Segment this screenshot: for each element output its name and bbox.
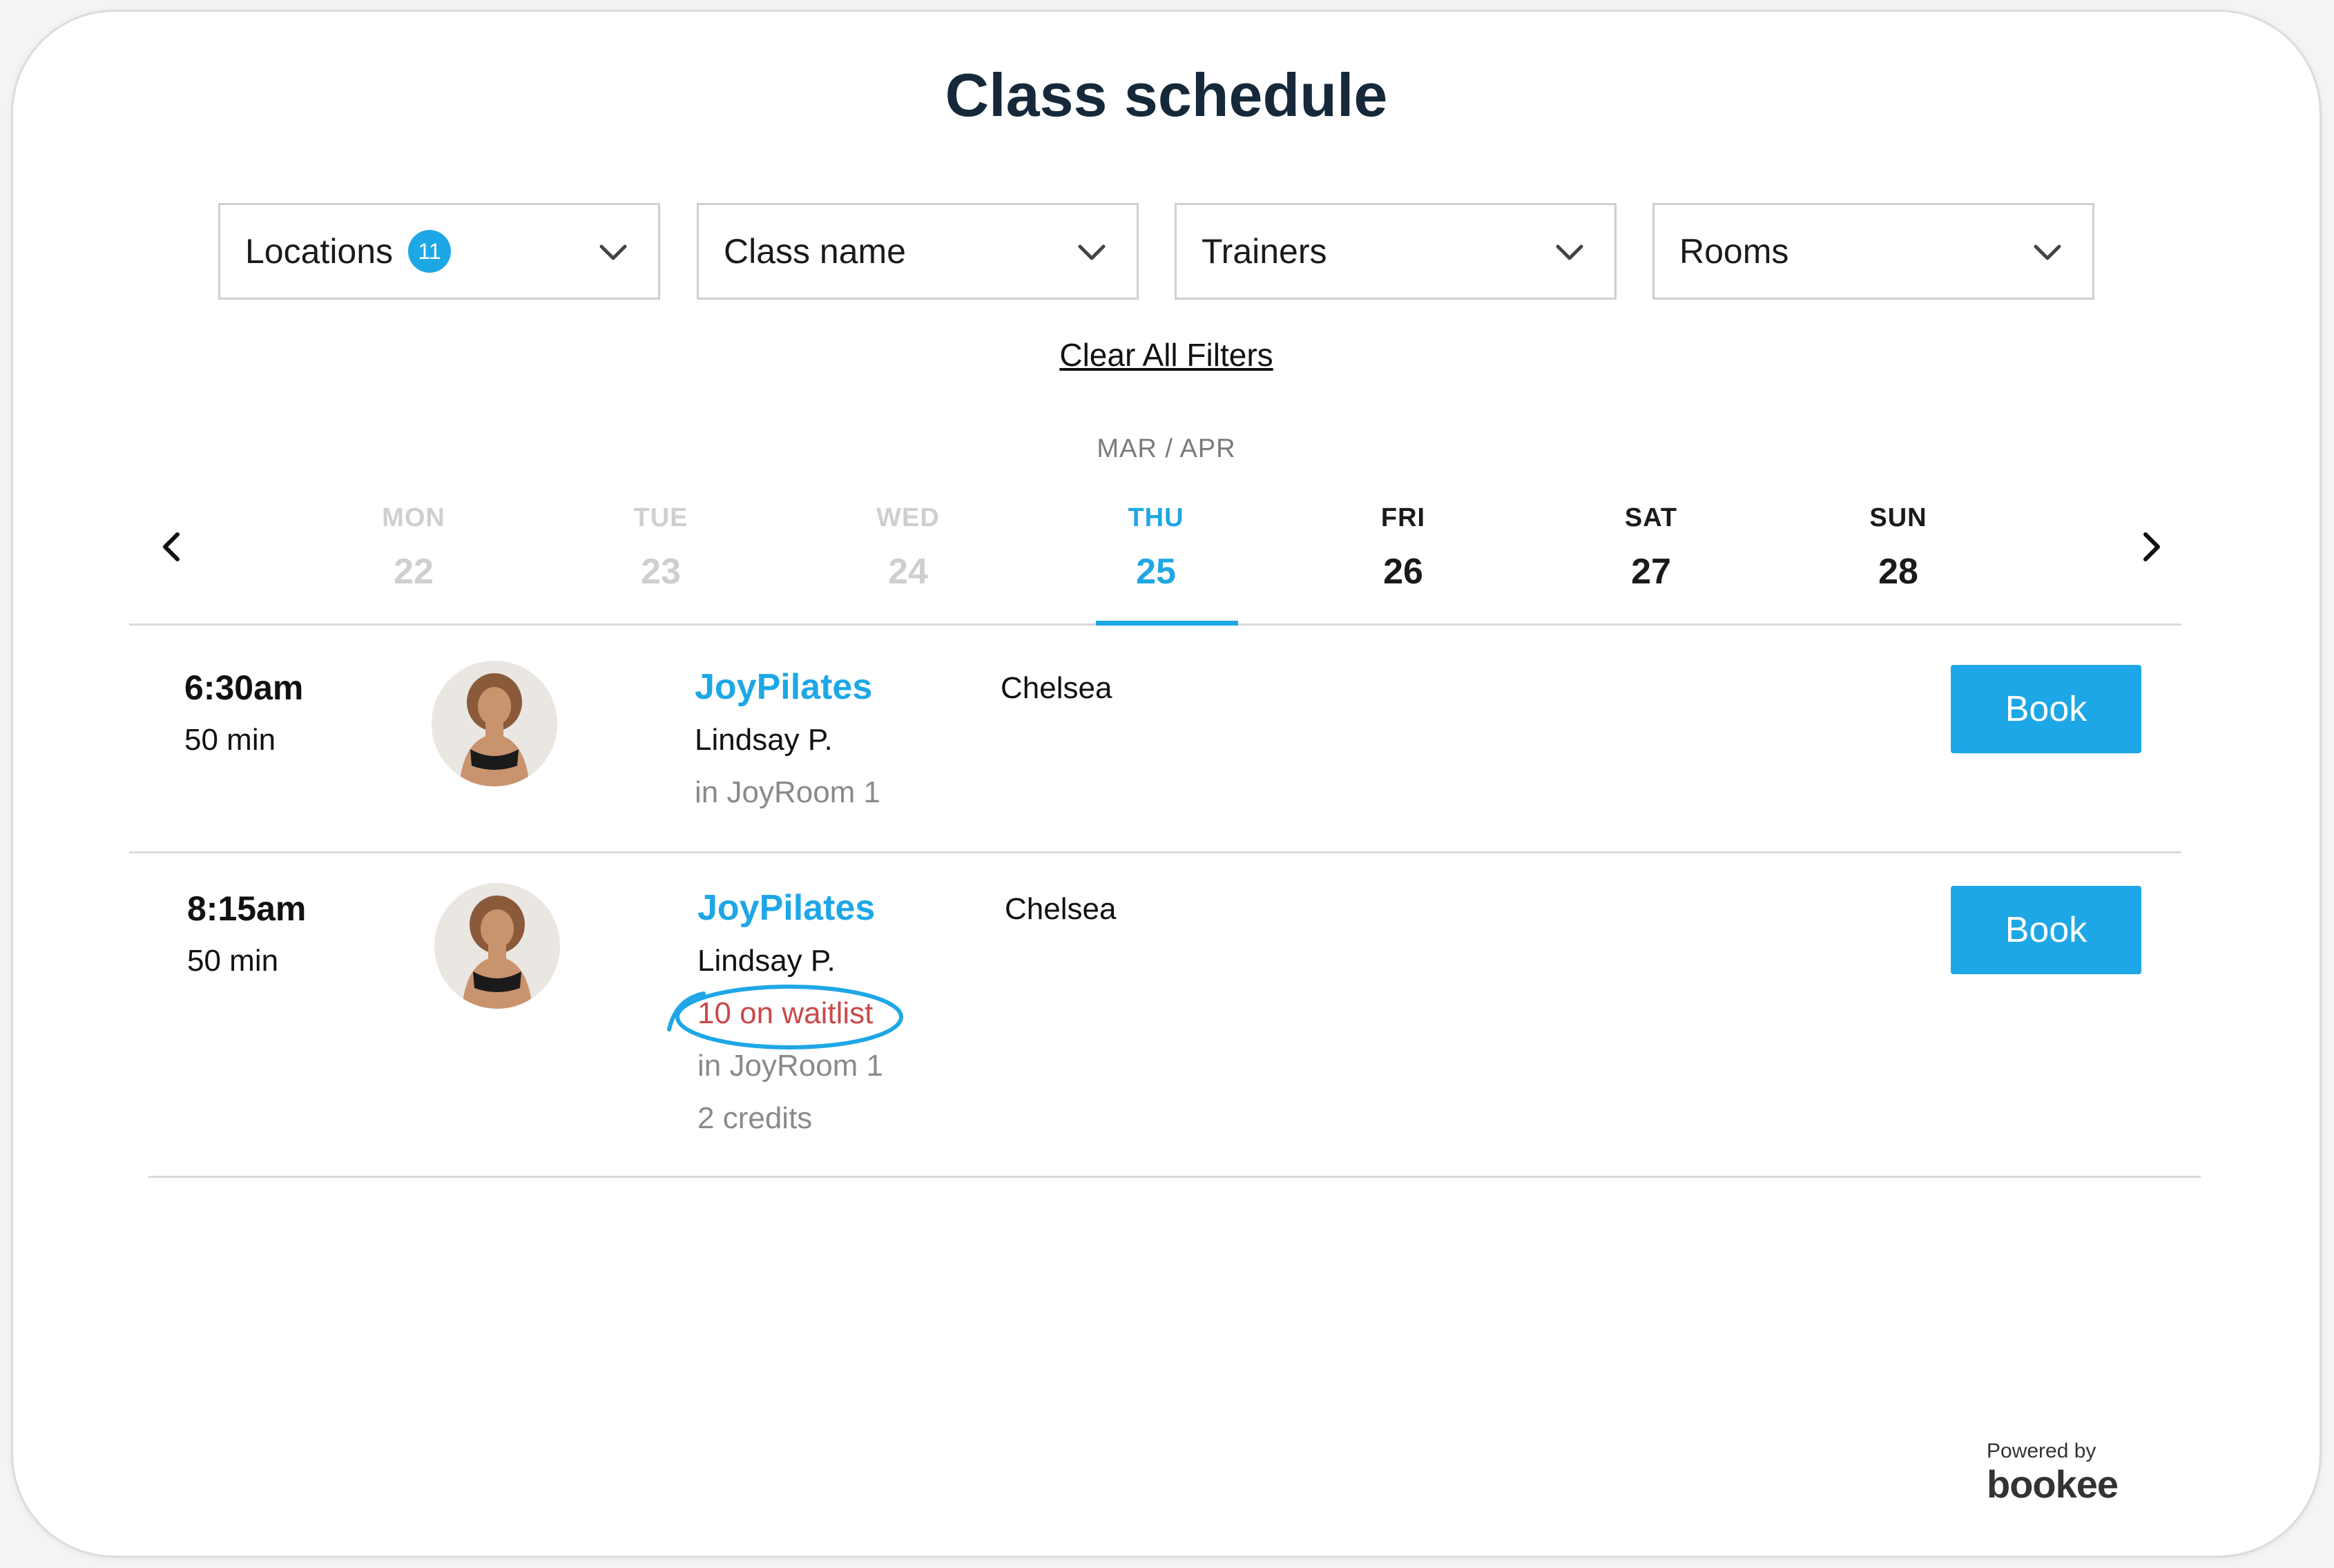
rooms-filter[interactable]: Rooms [1652, 203, 2094, 300]
powered-by-label: Powered by [1987, 1440, 2096, 1462]
class-duration: 50 min [184, 723, 276, 757]
day-date: 26 [1383, 552, 1423, 592]
month-label: MAR / APR [1097, 434, 1236, 463]
day-sun[interactable]: SUN 28 [1815, 503, 1981, 592]
bookee-logo[interactable]: bookee [1987, 1462, 2119, 1507]
day-date: 23 [641, 552, 681, 592]
day-name: THU [1128, 503, 1184, 532]
day-name: MON [382, 503, 445, 532]
chevron-down-icon [599, 244, 627, 260]
trainer-name: Lindsay P. [695, 723, 833, 757]
day-name: FRI [1380, 503, 1426, 532]
trainer-avatar [434, 883, 560, 1009]
room-label: in JoyRoom 1 [697, 1049, 884, 1083]
book-button[interactable]: Book [1951, 886, 2141, 974]
chevron-down-icon [2034, 244, 2061, 260]
day-fri[interactable]: FRI 26 [1320, 503, 1486, 592]
day-date: 24 [888, 552, 928, 592]
clear-all-filters-link[interactable]: Clear All Filters [13, 336, 2319, 374]
chevron-left-icon[interactable] [151, 526, 193, 568]
trainer-avatar [432, 661, 557, 786]
chevron-right-icon[interactable] [2130, 526, 2172, 568]
day-name: SUN [1869, 503, 1927, 532]
locations-count-badge: 11 [408, 230, 452, 273]
day-sat[interactable]: SAT 27 [1568, 503, 1734, 592]
class-time: 8:15am [187, 889, 307, 928]
day-tue[interactable]: TUE 23 [578, 503, 744, 592]
page-title: Class schedule [945, 61, 1388, 129]
class-name-filter[interactable]: Class name [697, 203, 1139, 300]
row-divider [129, 851, 2181, 853]
class-time: 6:30am [184, 668, 304, 707]
class-name-link[interactable]: JoyPilates [695, 666, 872, 708]
day-name: WED [876, 503, 940, 532]
trainers-filter[interactable]: Trainers [1175, 203, 1617, 300]
day-date: 28 [1878, 552, 1918, 592]
chevron-down-icon [1556, 244, 1583, 260]
class-duration: 50 min [187, 944, 279, 978]
location-label: Chelsea [1005, 892, 1117, 926]
book-button[interactable]: Book [1951, 665, 2141, 753]
day-thu[interactable]: THU 25 [1073, 503, 1239, 592]
trainers-filter-label: Trainers [1202, 232, 1327, 271]
day-wed[interactable]: WED 24 [825, 503, 991, 592]
day-date: 22 [394, 552, 434, 592]
class-name-filter-label: Class name [724, 232, 906, 271]
locations-filter[interactable]: Locations 11 [218, 203, 660, 300]
class-name-link[interactable]: JoyPilates [697, 887, 875, 929]
active-day-indicator [1096, 621, 1238, 626]
trainer-photo [432, 661, 557, 786]
clear-all-filters-label[interactable]: Clear All Filters [1059, 337, 1273, 373]
day-date: 27 [1631, 552, 1671, 592]
schedule-card: Class schedule Locations 11 Class name T… [11, 10, 2322, 1558]
trainer-photo [434, 883, 560, 1009]
day-date: 25 [1136, 552, 1176, 592]
row-divider [148, 1176, 2201, 1178]
rooms-filter-label: Rooms [1679, 232, 1789, 271]
credits-label: 2 credits [697, 1101, 813, 1135]
waitlist-highlight-circle [667, 985, 903, 1049]
location-label: Chelsea [1001, 671, 1112, 705]
day-mon[interactable]: MON 22 [331, 503, 496, 592]
day-name: SAT [1624, 503, 1678, 532]
room-label: in JoyRoom 1 [695, 775, 881, 809]
trainer-name: Lindsay P. [697, 944, 836, 978]
chevron-down-icon [1078, 244, 1106, 260]
day-name: TUE [633, 503, 688, 532]
locations-filter-label: Locations [245, 232, 394, 271]
